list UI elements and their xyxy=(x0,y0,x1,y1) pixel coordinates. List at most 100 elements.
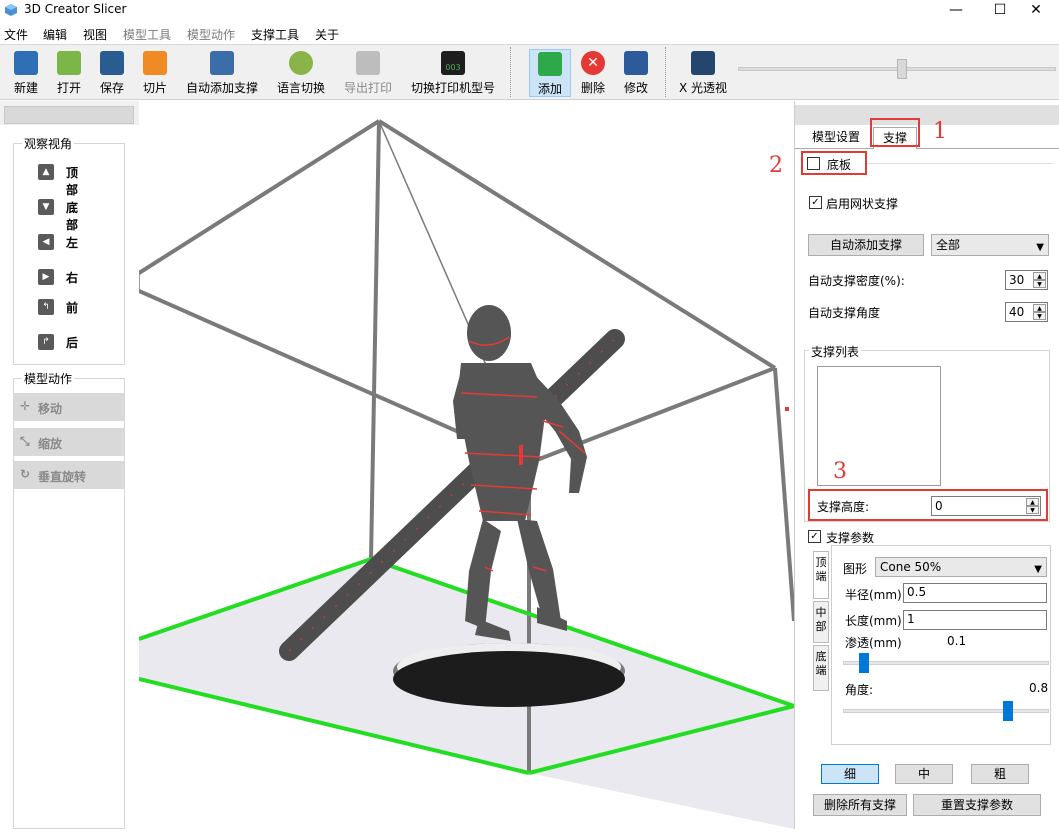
reset-support-params-button[interactable]: 重置支撑参数 xyxy=(913,794,1041,816)
vertical-rotate-button[interactable]: ↻ 垂直旋转 xyxy=(14,461,124,489)
new-button[interactable]: 新建 xyxy=(6,49,46,97)
arrow-right-icon: ▶ xyxy=(38,269,54,285)
length-input[interactable]: 1 xyxy=(903,610,1047,630)
vtab-top[interactable]: 顶端 xyxy=(813,551,829,599)
scene-canvas xyxy=(137,119,796,829)
scale-button[interactable]: ⤡ 缩放 xyxy=(14,428,124,456)
annotation-2: 2 xyxy=(769,153,783,178)
view-left-label: 左 xyxy=(66,236,79,250)
left-panel-header xyxy=(4,106,134,124)
spin-up-icon[interactable]: ▲ xyxy=(1026,498,1039,506)
add-label: 添加 xyxy=(537,82,562,96)
move-label: 移动 xyxy=(38,402,63,416)
save-label: 保存 xyxy=(99,81,124,95)
edit-label: 修改 xyxy=(623,81,648,95)
open-button[interactable]: 打开 xyxy=(49,49,89,97)
annotation-1: 1 xyxy=(933,119,947,144)
angle2-slider-track[interactable] xyxy=(843,709,1049,713)
right-panel: 模型设置 支撑 1 底板 2 ✓ 启用网状支撑 自动添加支撑 全部 ▼ 自动支撑… xyxy=(769,101,1059,829)
highlight-box-baseplate xyxy=(801,151,867,175)
xray-button[interactable]: X 光透视 xyxy=(676,49,730,97)
save-button[interactable]: 保存 xyxy=(92,49,132,97)
view-bottom-label: 底部 xyxy=(66,201,79,232)
turn-left-icon: ↰ xyxy=(38,299,54,315)
spin-down-icon[interactable]: ▼ xyxy=(1026,506,1039,514)
angle2-value: 0.8 xyxy=(1029,681,1049,695)
menu-file[interactable]: 文件 xyxy=(4,26,28,43)
edit-support-button[interactable]: 修改 xyxy=(616,49,656,97)
title-bar: 3D Creator Slicer — ☐ ✕ xyxy=(0,0,1059,22)
menu-edit[interactable]: 编辑 xyxy=(43,26,67,43)
close-button[interactable]: ✕ xyxy=(1013,0,1059,22)
xray-slider-thumb[interactable] xyxy=(897,59,907,79)
shape-label: 图形 xyxy=(843,562,868,576)
support-params-checkbox[interactable]: ✓ xyxy=(808,530,821,543)
move-button[interactable]: ✛ 移动 xyxy=(14,393,124,421)
new-icon xyxy=(14,51,38,75)
chevron-down-icon: ▼ xyxy=(1036,242,1044,253)
penetration-slider-thumb[interactable] xyxy=(858,653,869,673)
turn-right-icon: ↱ xyxy=(38,334,54,350)
language-button[interactable]: 语言切换 xyxy=(272,49,330,97)
switch-printer-button[interactable]: 003 切换打印机型号 xyxy=(406,49,500,97)
angle-label: 自动支撑角度 xyxy=(808,306,881,320)
export-print-button[interactable]: 导出打印 xyxy=(340,49,396,97)
delete-all-supports-button[interactable]: 删除所有支撑 xyxy=(813,794,907,816)
thick-button[interactable]: 粗 xyxy=(971,764,1029,784)
minimize-button[interactable]: — xyxy=(933,0,979,22)
spin-down-icon[interactable]: ▼ xyxy=(1033,312,1046,320)
support-scope-select[interactable]: 全部 ▼ xyxy=(931,234,1049,256)
slice-button[interactable]: 切片 xyxy=(135,49,175,97)
vtab-middle[interactable]: 中部 xyxy=(813,601,829,643)
annotation-3: 3 xyxy=(833,459,847,484)
scale-label: 缩放 xyxy=(38,437,63,451)
shape-select[interactable]: Cone 50% ▼ xyxy=(875,557,1047,577)
export-print-label: 导出打印 xyxy=(343,81,392,95)
delete-label: 删除 xyxy=(580,81,605,95)
angle-spinbox[interactable]: 40 ▲ ▼ xyxy=(1005,302,1048,322)
chevron-down-icon: ▼ xyxy=(1034,564,1042,575)
support-scope-value: 全部 xyxy=(936,238,961,252)
medium-button[interactable]: 中 xyxy=(895,764,953,784)
spin-up-icon[interactable]: ▲ xyxy=(1033,272,1046,280)
menu-model-tools[interactable]: 模型工具 xyxy=(123,26,171,43)
radius-input[interactable]: 0.5 xyxy=(903,583,1047,603)
auto-add-support-button[interactable]: 自动添加支撑 xyxy=(808,234,924,256)
density-value: 30 xyxy=(1009,273,1025,287)
penetration-slider-track[interactable] xyxy=(843,661,1049,665)
delete-support-button[interactable]: ✕ 删除 xyxy=(573,49,613,97)
support-marker xyxy=(519,445,523,465)
auto-support-button[interactable]: 自动添加支撑 xyxy=(181,49,263,97)
model-figure xyxy=(453,305,587,641)
menu-about[interactable]: 关于 xyxy=(315,26,339,43)
menu-support-tools[interactable]: 支撑工具 xyxy=(251,26,299,43)
view-top-label: 顶部 xyxy=(66,166,79,197)
highlight-box-tab xyxy=(870,118,920,147)
slice-icon xyxy=(143,51,167,75)
tab-model-settings[interactable]: 模型设置 xyxy=(803,127,869,149)
menu-model-actions[interactable]: 模型动作 xyxy=(187,26,235,43)
language-label: 语言切换 xyxy=(276,81,325,95)
add-support-button[interactable]: 添加 xyxy=(529,49,571,97)
view-group-title: 观察视角 xyxy=(22,135,75,152)
edge-marker xyxy=(785,407,789,411)
move-icon: ✛ xyxy=(20,399,31,413)
angle2-slider-thumb[interactable] xyxy=(1002,701,1013,721)
3d-viewport[interactable] xyxy=(137,101,796,829)
xray-label: X 光透视 xyxy=(678,81,728,95)
view-front-label: 前 xyxy=(66,301,79,315)
left-panel: 观察视角 ▲ 顶部 ▼ 底部 ◀ 左 ▶ 右 ↰ 前 ↱ 后 模型动作 ✛ 移动… xyxy=(0,101,139,829)
spin-up-icon[interactable]: ▲ xyxy=(1033,304,1046,312)
vtab-bottom[interactable]: 底端 xyxy=(813,645,829,691)
angle2-label: 角度: xyxy=(845,683,874,697)
spin-down-icon[interactable]: ▼ xyxy=(1033,280,1046,288)
density-spinbox[interactable]: 30 ▲ ▼ xyxy=(1005,270,1048,290)
grid-support-checkbox[interactable]: ✓ xyxy=(809,196,822,209)
thin-button[interactable]: 细 xyxy=(821,764,879,784)
view-right-label: 右 xyxy=(66,271,79,285)
arrow-down-icon: ▼ xyxy=(38,199,54,215)
menu-view[interactable]: 视图 xyxy=(83,26,107,43)
angle-value: 40 xyxy=(1009,305,1025,319)
support-height-spinbox[interactable]: 0 ▲ ▼ xyxy=(931,496,1041,516)
view-back-label: 后 xyxy=(66,336,79,350)
